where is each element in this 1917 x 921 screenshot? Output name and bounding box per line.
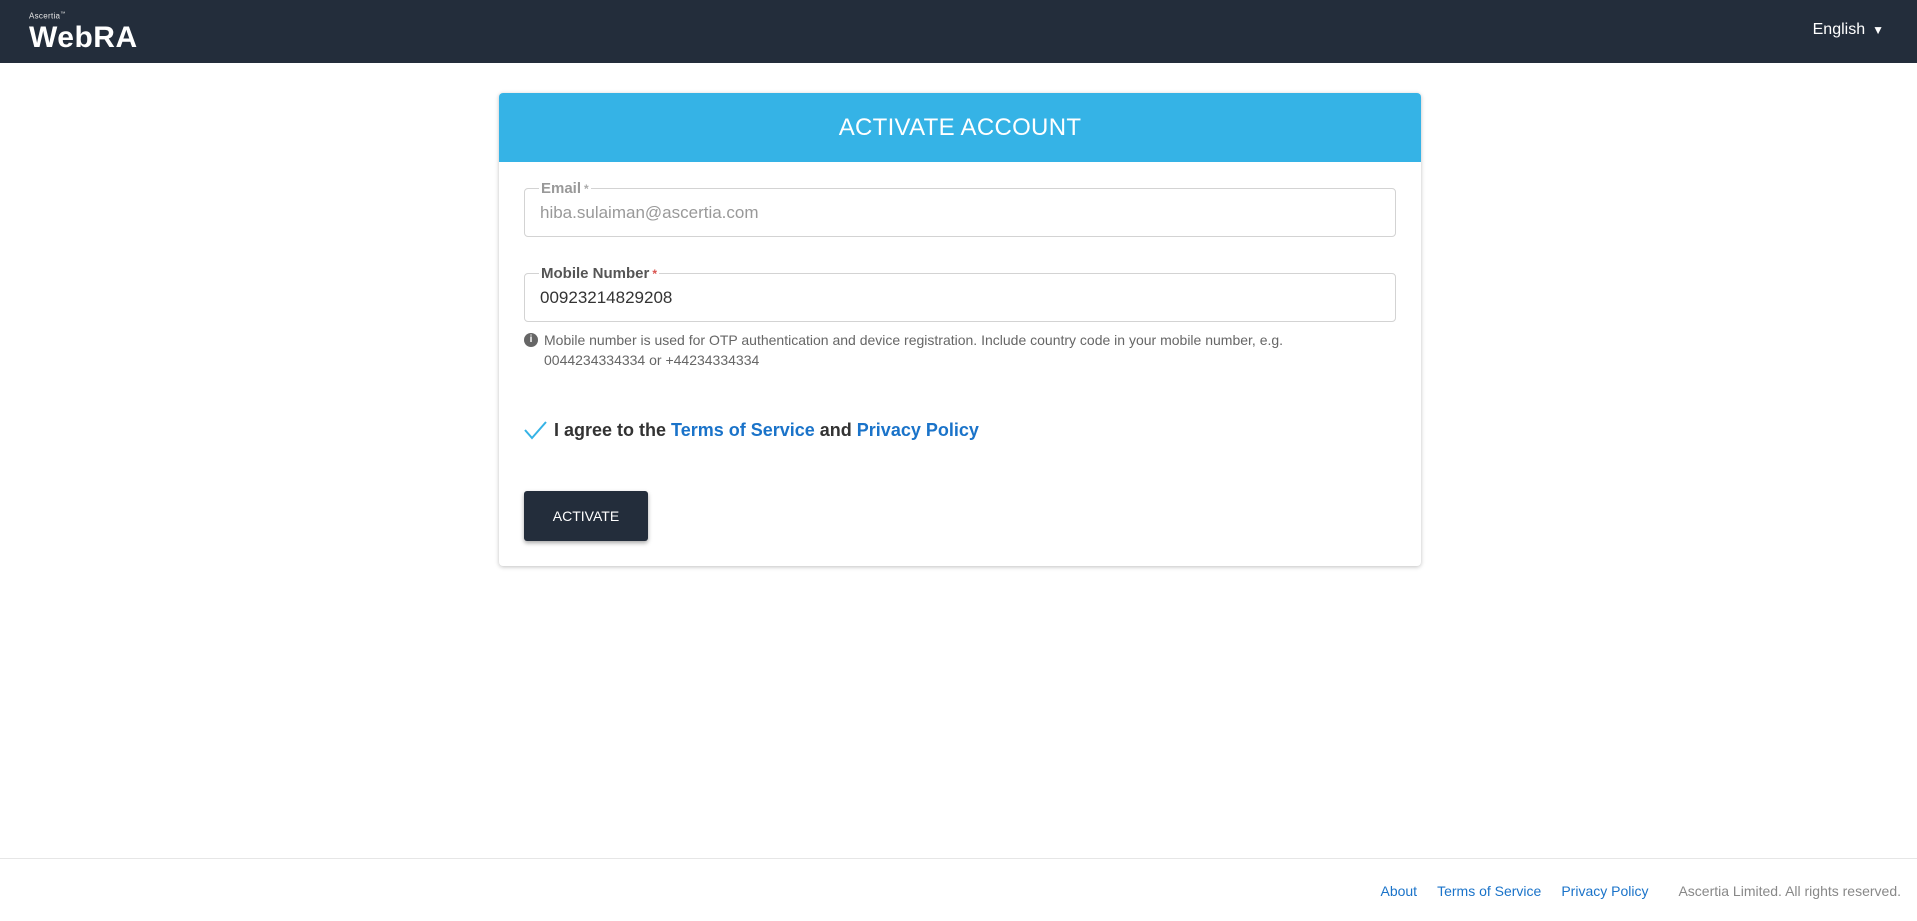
email-label: Email * [539, 180, 591, 198]
caret-down-icon: ▼ [1872, 23, 1884, 37]
agree-prefix: I agree to the [554, 419, 667, 440]
mobile-number-label: Mobile Number * [539, 265, 660, 283]
terms-of-service-link[interactable]: Terms of Service [671, 420, 815, 441]
agree-and: and [819, 419, 852, 440]
top-navbar: Ascertia™ WebRA English ▼ [0, 0, 1917, 63]
mobile-number-input[interactable] [540, 288, 1380, 308]
email-field: Email * [524, 180, 1396, 237]
required-marker: * [652, 267, 658, 281]
hint-text: Mobile number is used for OTP authentica… [544, 332, 1284, 368]
activate-account-card: ACTIVATE ACCOUNT Email* Mobile Number* i… [499, 93, 1421, 566]
card-title: ACTIVATE ACCOUNT [499, 93, 1421, 162]
required-marker: * [584, 182, 589, 196]
logo-app-name: WebRA [29, 20, 138, 54]
email-input[interactable] [540, 203, 1380, 223]
footer-links: About Terms of Service Privacy Policy As… [1360, 883, 1901, 899]
terms-agreement: I agree to the Terms of Service and Priv… [523, 419, 979, 441]
mobile-number-field: Mobile Number * [524, 265, 1396, 322]
checkmark-icon[interactable] [523, 419, 548, 441]
language-label: English [1812, 21, 1866, 38]
logo-brand: Ascertia™ [29, 11, 66, 21]
info-icon: i [524, 333, 538, 347]
webra-logo[interactable]: Ascertia™ WebRA [29, 10, 138, 54]
footer-privacy-link[interactable]: Privacy Policy [1561, 883, 1648, 899]
mobile-number-hint: i Mobile number is used for OTP authenti… [524, 330, 1384, 370]
footer-terms-link[interactable]: Terms of Service [1437, 883, 1541, 899]
footer-about-link[interactable]: About [1380, 883, 1417, 899]
copyright-text: Ascertia Limited. All rights reserved. [1678, 883, 1901, 899]
language-selector[interactable]: English ▼ [1813, 21, 1884, 39]
privacy-policy-link[interactable]: Privacy Policy [857, 420, 979, 441]
activate-button[interactable]: ACTIVATE [524, 491, 648, 541]
footer: About Terms of Service Privacy Policy As… [0, 858, 1917, 921]
